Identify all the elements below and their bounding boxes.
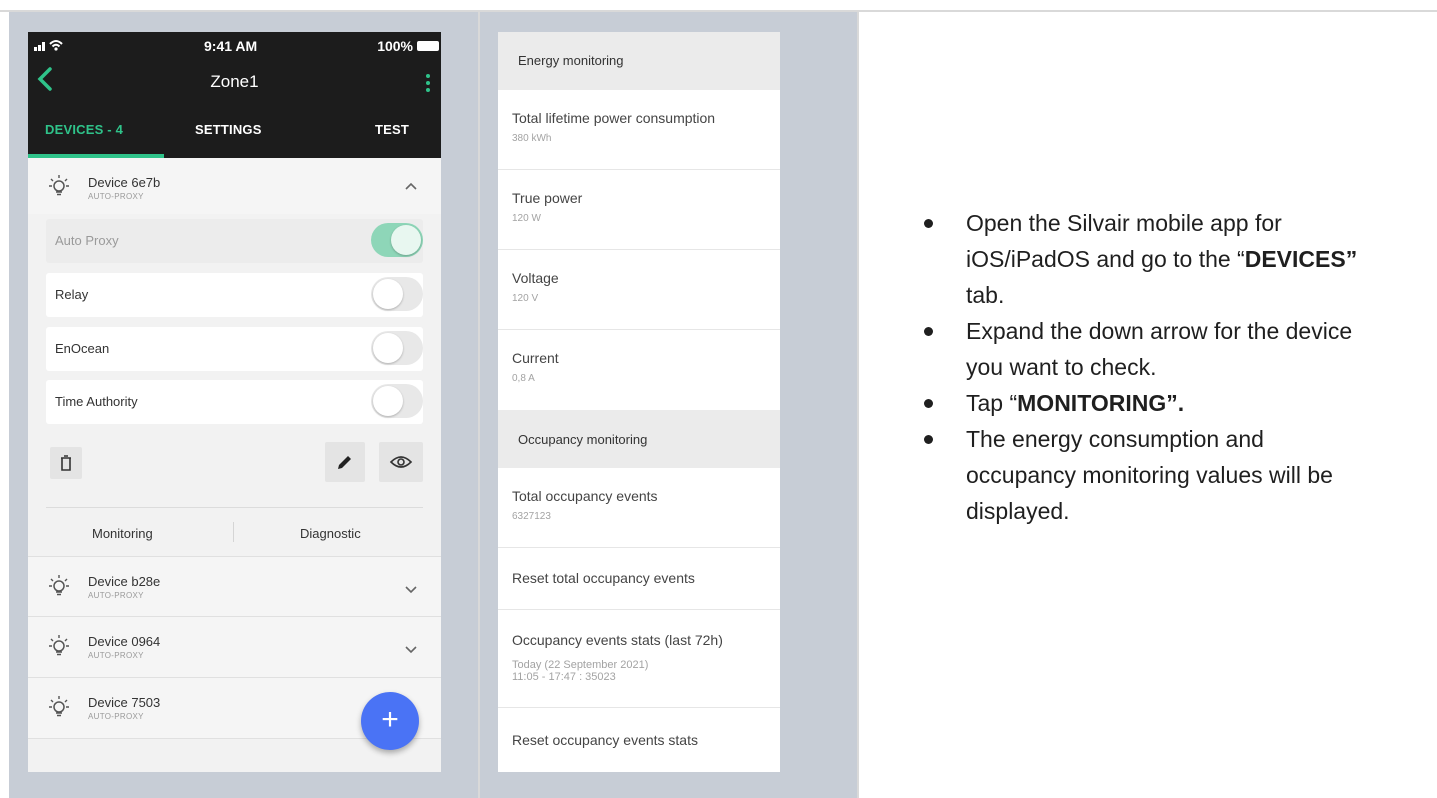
device-row-6e7b[interactable]: Device 6e7b AUTO-PROXY — [28, 158, 441, 214]
reset-total-occupancy-button[interactable]: Reset total occupancy events — [498, 548, 780, 610]
device-row-b28e[interactable]: Device b28e AUTO-PROXY — [28, 556, 441, 617]
add-device-button[interactable]: + — [361, 692, 419, 750]
tab-settings[interactable]: SETTINGS — [195, 122, 262, 137]
battery-icon — [417, 41, 439, 51]
trash-icon — [61, 455, 71, 471]
diagnostic-button[interactable]: Diagnostic — [300, 526, 361, 541]
step-text: tab. — [966, 282, 1005, 308]
reset-occupancy-stats-button[interactable]: Reset occupancy events stats — [498, 708, 780, 772]
option-relay[interactable]: Relay — [46, 273, 423, 317]
chevron-down-icon[interactable] — [405, 646, 417, 654]
table-col-divider — [857, 10, 859, 798]
bulb-icon — [49, 635, 69, 656]
edit-button[interactable] — [325, 442, 365, 482]
info-value-date: Today (22 September 2021) — [512, 659, 649, 671]
signal-wifi-icon — [34, 38, 68, 55]
device-proxy-label: AUTO-PROXY — [88, 651, 144, 660]
step-text-bold: MONITORING”. — [1017, 390, 1185, 416]
info-value-stats: 11:05 - 17:47 : 35023 — [512, 671, 616, 683]
bulb-icon — [49, 575, 69, 596]
section-title: Occupancy monitoring — [518, 432, 648, 447]
relay-toggle[interactable] — [371, 277, 423, 311]
chevron-up-icon[interactable] — [405, 182, 417, 190]
info-value: 120 V — [512, 293, 539, 304]
section-title: Energy monitoring — [518, 53, 624, 68]
chevron-down-icon[interactable] — [405, 586, 417, 594]
instruction-list: Open the Silvair mobile app for iOS/iPad… — [918, 205, 1378, 529]
status-time: 9:41 AM — [204, 38, 258, 54]
tab-devices[interactable]: DEVICES - 4 — [45, 122, 123, 137]
occupancy-monitoring-header: Occupancy monitoring — [498, 410, 780, 468]
info-title: Total occupancy events — [512, 488, 658, 504]
identify-button[interactable] — [379, 442, 423, 482]
enocean-toggle[interactable] — [371, 331, 423, 365]
page: 9:41 AM 100% Zone1 DEVICES - 4 SETTINGS … — [0, 0, 1437, 798]
device-row-0964[interactable]: Device 0964 AUTO-PROXY — [28, 617, 441, 678]
option-label: Auto Proxy — [55, 233, 119, 248]
device-proxy-label: AUTO-PROXY — [88, 712, 144, 721]
info-row-lifetime-consumption: Total lifetime power consumption 380 kWh — [498, 90, 780, 170]
info-value: 120 W — [512, 213, 541, 224]
zone-title: Zone1 — [210, 72, 259, 91]
more-options-icon[interactable] — [425, 74, 431, 94]
device-proxy-label: AUTO-PROXY — [88, 591, 144, 600]
status-battery-percent: 100% — [377, 38, 413, 54]
step-text: Open the Silvair mobile app for iOS/iPad… — [966, 210, 1282, 272]
info-row-voltage: Voltage 120 V — [498, 250, 780, 330]
info-title: Occupancy events stats (last 72h) — [512, 632, 723, 648]
step-text: Expand the down arrow for the device you… — [966, 318, 1353, 380]
info-title: Reset occupancy events stats — [512, 732, 698, 748]
info-row-total-occupancy: Total occupancy events 6327123 — [498, 468, 780, 548]
delete-button[interactable] — [50, 447, 82, 479]
monitoring-screen: Energy monitoring Total lifetime power c… — [498, 32, 780, 772]
info-value: 6327123 — [512, 511, 551, 522]
instruction-step-3: Tap “MONITORING”. — [918, 385, 1378, 421]
info-title: Total lifetime power consumption — [512, 110, 716, 126]
app-header: 9:41 AM 100% Zone1 DEVICES - 4 SETTINGS … — [28, 32, 441, 158]
option-auto-proxy: Auto Proxy — [46, 219, 423, 263]
option-enocean[interactable]: EnOcean — [46, 327, 423, 371]
info-title: True power — [512, 190, 583, 206]
info-title: Reset total occupancy events — [512, 570, 695, 586]
tab-test[interactable]: TEST — [375, 122, 409, 137]
step-text: The energy consumption and occupancy mon… — [966, 426, 1333, 524]
option-label: Time Authority — [55, 394, 138, 409]
monitoring-button[interactable]: Monitoring — [92, 526, 153, 541]
device-proxy-label: AUTO-PROXY — [88, 192, 144, 201]
step-text-bold: DEVICES” — [1244, 246, 1358, 272]
info-title: Current — [512, 350, 559, 366]
pencil-icon — [338, 456, 351, 469]
info-row-true-power: True power 120 W — [498, 170, 780, 250]
eye-icon — [389, 456, 413, 468]
device-name: Device 6e7b — [88, 175, 161, 190]
device-name: Device b28e — [88, 574, 161, 589]
info-row-current: Current 0,8 A — [498, 330, 780, 410]
divider — [233, 522, 234, 542]
bulb-icon — [49, 175, 69, 196]
energy-monitoring-header: Energy monitoring — [498, 32, 780, 90]
instruction-step-2: Expand the down arrow for the device you… — [918, 313, 1378, 385]
info-title: Voltage — [512, 270, 559, 286]
option-label: EnOcean — [55, 341, 110, 356]
time-authority-toggle[interactable] — [371, 384, 423, 418]
instruction-step-4: The energy consumption and occupancy mon… — [918, 421, 1378, 529]
devices-screen: 9:41 AM 100% Zone1 DEVICES - 4 SETTINGS … — [28, 32, 441, 772]
option-time-authority[interactable]: Time Authority — [46, 380, 423, 424]
device-name: Device 7503 — [88, 695, 161, 710]
info-row-occupancy-stats: Occupancy events stats (last 72h) Today … — [498, 610, 780, 708]
step-text: Tap “ — [966, 390, 1018, 416]
device-name: Device 0964 — [88, 634, 161, 649]
info-value: 0,8 A — [512, 373, 535, 384]
option-label: Relay — [55, 287, 89, 302]
auto-proxy-toggle — [371, 223, 423, 257]
info-value: 380 kWh — [512, 133, 552, 144]
bulb-icon — [49, 696, 69, 717]
monitoring-diagnostic-bar: Monitoring Diagnostic — [46, 507, 423, 553]
instruction-step-1: Open the Silvair mobile app for iOS/iPad… — [918, 205, 1378, 313]
